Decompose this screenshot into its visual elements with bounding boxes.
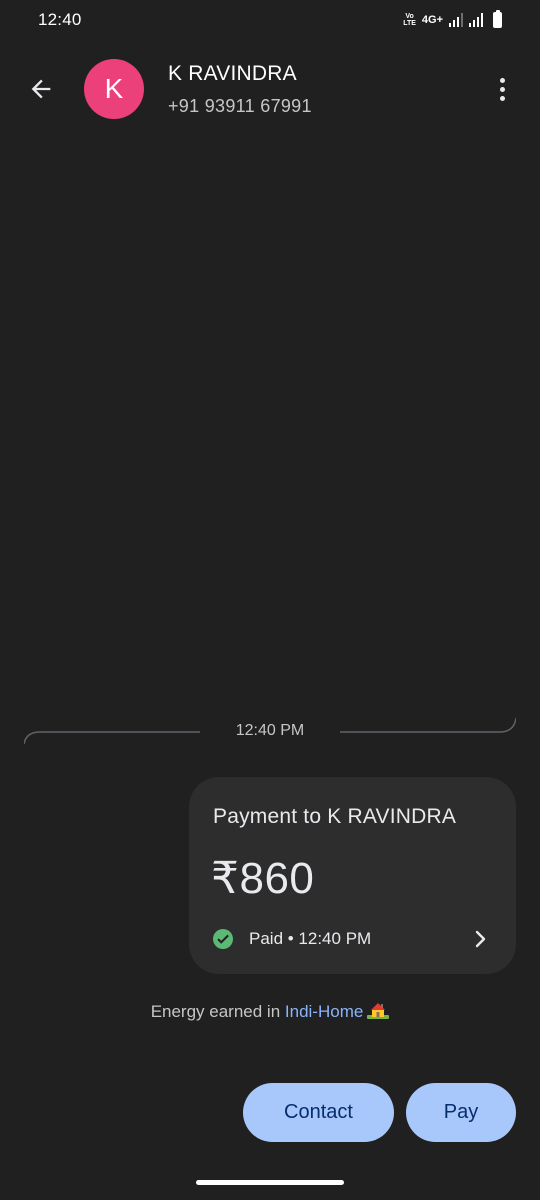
contact-phone: +91 93911 67991 [168, 96, 312, 116]
back-button[interactable] [26, 74, 56, 104]
energy-earned-text: Energy earned in Indi-Home [0, 1000, 540, 1025]
house-icon [367, 1000, 390, 1025]
more-vert-icon [499, 77, 505, 83]
payment-status-row: Paid • 12:40 PM [213, 927, 371, 951]
status-bar: 12:40 Vo LTE 4G+ [0, 0, 540, 42]
more-options-button[interactable] [490, 74, 514, 104]
timestamp-divider: 12:40 PM [24, 712, 516, 752]
volte-icon: Vo LTE [403, 13, 416, 27]
check-circle-icon [213, 929, 233, 949]
contact-name[interactable]: K RAVINDRA [168, 62, 297, 86]
signal-icon-sim1 [449, 13, 463, 27]
gesture-navigation-bar[interactable] [196, 1180, 344, 1185]
indi-home-link[interactable]: Indi-Home [285, 1002, 363, 1021]
chevron-right-icon [475, 930, 486, 948]
message-timestamp: 12:40 PM [235, 722, 305, 739]
contact-button[interactable]: Contact [243, 1083, 394, 1142]
pay-button[interactable]: Pay [406, 1083, 516, 1142]
conversation-header: K K RAVINDRA +91 93911 67991 [0, 56, 540, 122]
energy-prefix: Energy earned in [150, 1002, 285, 1021]
signal-icon-sim2 [469, 13, 483, 27]
status-icons: Vo LTE 4G+ [403, 9, 502, 31]
payment-amount: ₹860 [211, 854, 315, 903]
back-arrow-icon [31, 79, 51, 99]
payment-title: Payment to K RAVINDRA [213, 805, 457, 828]
payment-card[interactable]: Payment to K RAVINDRA ₹860 Paid • 12:40 … [189, 777, 516, 974]
battery-icon [493, 10, 502, 28]
avatar[interactable]: K [84, 59, 144, 119]
payment-status: Paid • 12:40 PM [249, 929, 372, 948]
status-time: 12:40 [38, 10, 82, 29]
network-type: 4G+ [421, 14, 443, 26]
